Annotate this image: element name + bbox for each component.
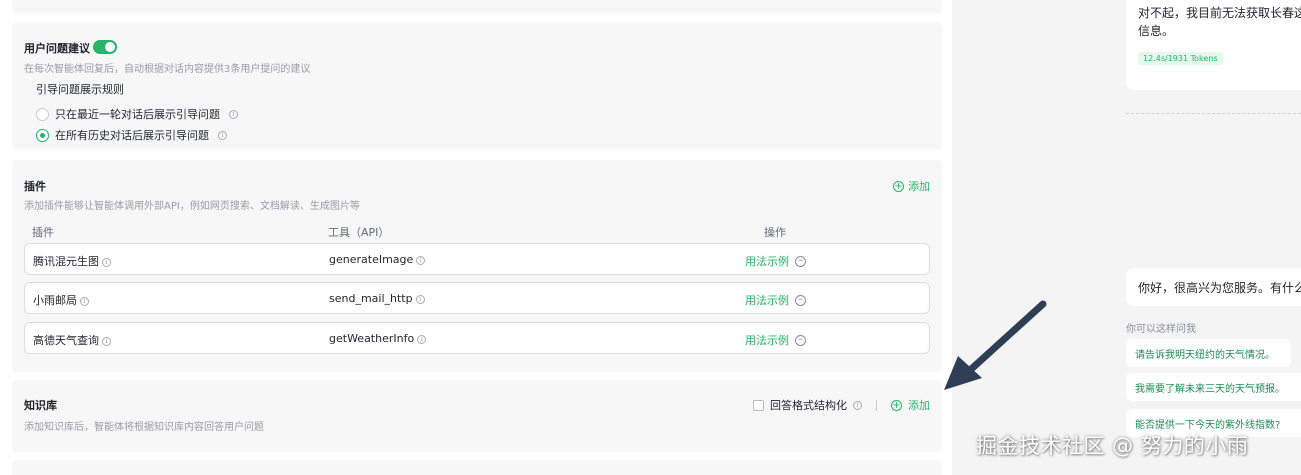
remove-icon[interactable]: – (795, 255, 806, 267)
bot-greeting-bubble: 你好，很高兴为您服务。有什么 (1126, 268, 1301, 306)
plugin-tool: send_mail_http (329, 292, 413, 305)
suggested-question[interactable]: 请告诉我明天纽约的天气情况。 (1126, 339, 1291, 367)
rule-title: 引导问题展示规则 (36, 83, 124, 96)
column-header-plugin: 插件 (32, 226, 54, 239)
watermark: 掘金技术社区 @ 努力的小雨 (976, 434, 1249, 458)
table-row: 高德天气查询 i getWeatherInfo i 用法示例 – (24, 322, 930, 354)
plugin-title: 插件 (24, 180, 46, 193)
add-knowledge-button[interactable]: 添加 (908, 397, 930, 413)
info-icon[interactable]: i (80, 296, 89, 306)
plugin-name: 腾讯混元生图 (33, 255, 99, 268)
bot-greeting-text: 你好，很高兴为您服务。有什么 (1138, 281, 1301, 295)
info-icon[interactable]: i (102, 336, 111, 346)
info-icon[interactable]: i (417, 334, 427, 344)
suggestion-hint: 你可以这样问我 (1126, 324, 1196, 335)
info-icon[interactable]: i (416, 255, 426, 265)
knowledge-actions: 回答格式结构化 i + 添加 (753, 397, 930, 413)
conversation-divider (1126, 113, 1301, 114)
usage-example-link[interactable]: 用法示例 (745, 253, 789, 269)
plugin-tool: getWeatherInfo (329, 332, 415, 345)
knowledge-section: 知识库 添加知识库后，智能体将根据知识库内容回答用户问题 回答格式结构化 i +… (12, 380, 942, 452)
usage-example-link[interactable]: 用法示例 (745, 292, 789, 308)
radio-option-latest[interactable]: 只在最近一轮对话后展示引导问题 i (36, 106, 238, 122)
radio-label: 只在最近一轮对话后展示引导问题 (55, 108, 220, 121)
config-panel: 用户问题建议 在每次智能体回复后，自动根据对话内容提供3条用户提问的建议 引导问… (0, 0, 952, 475)
add-plugin-button[interactable]: + 添加 (893, 178, 930, 194)
info-icon[interactable]: i (229, 109, 238, 119)
knowledge-title: 知识库 (24, 399, 57, 412)
column-header-action: 操作 (764, 226, 786, 239)
radio-button[interactable] (36, 107, 49, 121)
annotation-arrow-icon (944, 300, 1047, 390)
add-plugin-label: 添加 (908, 180, 930, 193)
structured-checkbox[interactable] (753, 399, 764, 411)
bot-reply-text: 对不起，我目前无法获取长春这信息。 (1138, 6, 1301, 38)
table-row: 腾讯混元生图 i generateImage i 用法示例 – (24, 243, 930, 275)
plugin-section: 插件 + 添加 添加插件能够让智能体调用外部API，例如网页搜索、文档解读、生成… (12, 160, 942, 372)
radio-label: 在所有历史对话后展示引导问题 (55, 129, 209, 142)
suggested-question[interactable]: 我需要了解未来三天的天气预报。 (1126, 373, 1301, 401)
token-badge: 12.4s/1931 Tokens (1138, 52, 1223, 65)
bot-reply-bubble: 对不起，我目前无法获取长春这信息。 12.4s/1931 Tokens (1126, 0, 1301, 90)
plugin-tool: generateImage (329, 253, 414, 266)
remove-icon[interactable]: – (795, 294, 806, 306)
plus-icon[interactable]: + (891, 399, 902, 411)
table-row: 小雨邮局 i send_mail_http i 用法示例 – (24, 282, 930, 314)
knowledge-desc: 添加知识库后，智能体将根据知识库内容回答用户问题 (24, 422, 264, 433)
remove-icon[interactable]: – (795, 334, 806, 346)
suggestion-title: 用户问题建议 (24, 42, 90, 55)
suggestion-desc: 在每次智能体回复后，自动根据对话内容提供3条用户提问的建议 (24, 64, 311, 75)
plugin-name: 高德天气查询 (33, 334, 99, 347)
next-section-card (12, 460, 942, 475)
plus-icon: + (893, 180, 904, 192)
divider (876, 399, 877, 411)
info-icon[interactable]: i (853, 400, 862, 410)
preview-panel: 对不起，我目前无法获取长春这信息。 12.4s/1931 Tokens 你好，很… (955, 0, 1301, 475)
info-icon[interactable]: i (102, 257, 111, 267)
info-icon[interactable]: i (415, 294, 425, 304)
plugin-name: 小雨邮局 (33, 294, 77, 307)
radio-button-selected[interactable] (36, 128, 49, 142)
column-header-tool: 工具（API） (328, 226, 390, 239)
structured-label: 回答格式结构化 (770, 399, 847, 412)
suggestion-section: 用户问题建议 在每次智能体回复后，自动根据对话内容提供3条用户提问的建议 引导问… (12, 22, 942, 150)
info-icon[interactable]: i (218, 130, 227, 140)
previous-section-card (12, 0, 942, 14)
plugin-desc: 添加插件能够让智能体调用外部API，例如网页搜索、文档解读、生成图片等 (24, 201, 360, 212)
suggestion-toggle[interactable] (93, 40, 117, 54)
radio-option-all-history[interactable]: 在所有历史对话后展示引导问题 i (36, 127, 227, 143)
usage-example-link[interactable]: 用法示例 (745, 332, 789, 348)
